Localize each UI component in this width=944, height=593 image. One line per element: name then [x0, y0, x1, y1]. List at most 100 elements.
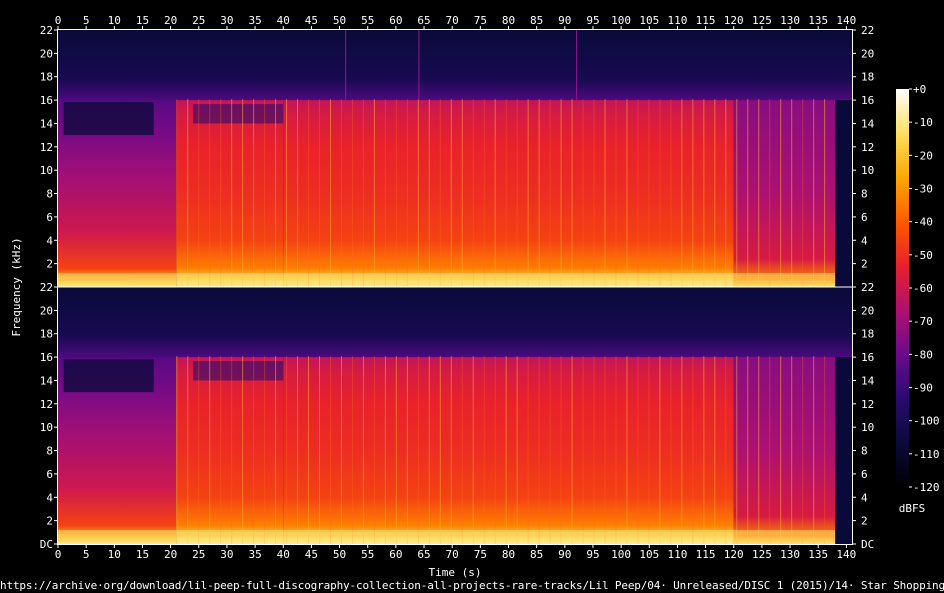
y-tick-label-left: 4 — [46, 491, 53, 504]
click-artifact — [418, 30, 420, 101]
x-tick-label-top: 85 — [530, 14, 543, 27]
beat-line — [275, 356, 277, 544]
colorbar: +0 -10 -20 -30 -40 -50 -60 -70 -80 -90 -100 -110 -12… — [896, 83, 940, 515]
beat-line — [187, 356, 189, 544]
y-tick-label-right: 12 — [861, 398, 874, 411]
beat-line — [780, 99, 782, 287]
x-tick-label-bottom: 60 — [389, 548, 402, 561]
beat-line — [791, 356, 793, 544]
beat-line — [231, 99, 233, 287]
beat-line — [637, 99, 639, 287]
beat-line — [615, 99, 617, 287]
beat-line — [351, 356, 353, 544]
verse-section — [176, 100, 284, 287]
y-tick-label-right: 6 — [861, 468, 868, 481]
beat-line — [714, 99, 716, 287]
x-tick-label-bottom: 70 — [446, 548, 459, 561]
y-tick-label-right: 20 — [861, 47, 874, 60]
colorbar-tick-label: -110 — [913, 448, 940, 461]
x-tick-label-top: 10 — [108, 14, 121, 27]
x-tick-label-top: 25 — [192, 14, 205, 27]
beat-line — [395, 356, 397, 544]
y-tick-label-right: 4 — [861, 234, 868, 247]
x-tick-label-top: 125 — [752, 14, 772, 27]
x-tick-label-top: 0 — [55, 14, 62, 27]
colorbar-tick-label: -70 — [913, 315, 933, 328]
beat-line — [582, 99, 584, 287]
x-tick-label-top: 80 — [502, 14, 515, 27]
x-tick-label-top: 15 — [136, 14, 149, 27]
x-tick-label-bottom: 20 — [164, 548, 177, 561]
bass-energy — [58, 529, 836, 544]
x-tick-label-top: 45 — [305, 14, 318, 27]
x-tick-label-top: 95 — [586, 14, 599, 27]
x-tick-label-bottom: 100 — [611, 548, 631, 561]
beat-line — [373, 99, 375, 287]
y-tick-label-left: 8 — [46, 188, 53, 201]
main-section — [283, 100, 734, 287]
beat-line — [231, 356, 233, 544]
y-tick-label-right: 2 — [861, 258, 868, 271]
beat-line — [373, 356, 375, 544]
beat-line — [220, 99, 222, 287]
beat-line — [791, 99, 793, 287]
beat-line — [549, 356, 551, 544]
y-tick-label-right: 16 — [861, 94, 874, 107]
beat-line — [220, 356, 222, 544]
spectrogram-chart: 0055101015152020252530303535404045455050… — [10, 14, 940, 578]
colorbar-tick-label: -60 — [913, 282, 933, 295]
beat-line — [604, 356, 606, 544]
x-tick-label-top: 60 — [389, 14, 402, 27]
beat-line — [340, 99, 342, 287]
beat-line — [494, 356, 496, 544]
beat-line — [780, 356, 782, 544]
beat-line — [758, 356, 760, 544]
beat-line — [187, 99, 189, 287]
colorbar-tick-label: -90 — [913, 382, 933, 395]
beat-line — [439, 99, 441, 287]
beat-line — [308, 99, 310, 287]
beat-line — [428, 356, 430, 544]
y-tick-label-left: 16 — [40, 351, 53, 364]
beat-line — [593, 99, 595, 287]
beat-line — [176, 99, 178, 287]
beat-line — [351, 99, 353, 287]
beat-line — [329, 356, 331, 544]
y-tick-label-right: 14 — [861, 374, 875, 387]
beat-line — [626, 356, 628, 544]
y-tick-label-left: 14 — [40, 374, 54, 387]
x-tick-label-top: 140 — [836, 14, 856, 27]
x-tick-label-top: 115 — [696, 14, 716, 27]
beat-line — [242, 99, 244, 287]
y-tick-label-right: 16 — [861, 351, 874, 364]
y-tick-label-left: 10 — [40, 421, 53, 434]
x-tick-label-top: 100 — [611, 14, 631, 27]
intro-upper-gap — [63, 359, 154, 393]
beat-line — [637, 356, 639, 544]
beat-line — [681, 356, 683, 544]
channel-1-spectrogram — [58, 30, 852, 287]
colorbar-tick-label: -50 — [913, 249, 933, 262]
x-tick-label-bottom: 0 — [55, 548, 62, 561]
beat-line — [747, 99, 749, 287]
intro-upper-gap — [63, 102, 154, 136]
x-tick-label-top: 50 — [333, 14, 346, 27]
beat-line — [813, 99, 815, 287]
beat-line — [670, 99, 672, 287]
x-tick-label-top: 130 — [780, 14, 800, 27]
beat-line — [582, 356, 584, 544]
y-tick-label-left: 14 — [40, 117, 54, 130]
y-tick-label-right: 2 — [861, 515, 868, 528]
beat-line — [571, 356, 573, 544]
beat-line — [417, 356, 419, 544]
colorbar-label: dBFS — [899, 502, 926, 515]
x-tick-label-bottom: 130 — [780, 548, 800, 561]
beat-line — [527, 356, 529, 544]
x-tick-label-top: 55 — [361, 14, 374, 27]
beat-line — [439, 356, 441, 544]
x-tick-label-bottom: 135 — [808, 548, 828, 561]
beat-line — [253, 99, 255, 287]
y-tick-label-left: 8 — [46, 445, 53, 458]
x-tick-label-bottom: 105 — [639, 548, 659, 561]
beat-line — [670, 356, 672, 544]
